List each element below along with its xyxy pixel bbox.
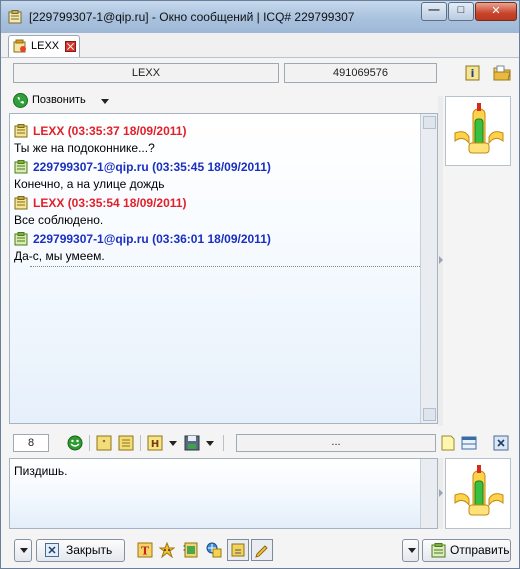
message-item: LEXX (03:35:37 18/09/2011) Ты же на подо… bbox=[13, 122, 418, 158]
toolbar-separator bbox=[223, 435, 224, 451]
phone-icon bbox=[13, 93, 28, 108]
message-item: LEXX (03:35:54 18/09/2011) Все соблюдено… bbox=[13, 194, 418, 230]
contact-status-icon bbox=[13, 39, 26, 53]
pencil-icon bbox=[255, 545, 268, 558]
main-content: LEXX 491069576 i Позвонить LEXX (03:35:3… bbox=[1, 58, 519, 568]
tab-lexx[interactable]: LEXX bbox=[8, 35, 80, 57]
message-header: 229799307-1@qip.ru (03:36:01 18/09/2011) bbox=[13, 230, 418, 248]
tab-label: LEXX bbox=[31, 40, 60, 52]
toolbar-separator bbox=[140, 435, 141, 451]
message-window: [229799307-1@qip.ru] - Окно сообщений | … bbox=[0, 0, 520, 569]
scroll-up-arrow-icon[interactable] bbox=[423, 116, 436, 129]
svg-text:T: T bbox=[141, 545, 150, 558]
tab-close-icon[interactable] bbox=[65, 41, 76, 52]
file-transfer-icon[interactable] bbox=[206, 542, 222, 558]
message-list: LEXX (03:35:37 18/09/2011) Ты же на подо… bbox=[13, 122, 418, 266]
my-avatar bbox=[445, 458, 511, 529]
message-header: LEXX (03:35:54 18/09/2011) bbox=[13, 194, 418, 212]
message-item: 229799307-1@qip.ru (03:36:01 18/09/2011)… bbox=[13, 230, 418, 266]
send-icon bbox=[431, 543, 446, 558]
message-text: Все соблюдено. bbox=[14, 213, 104, 227]
note-icon bbox=[14, 232, 28, 246]
close-window-button[interactable]: ✕ bbox=[475, 2, 517, 21]
close-panel-icon[interactable] bbox=[493, 435, 509, 451]
status-field: ... bbox=[236, 434, 436, 452]
message-timestamp: (03:35:37 18/09/2011) bbox=[67, 124, 187, 138]
message-item: 229799307-1@qip.ru (03:35:45 18/09/2011)… bbox=[13, 158, 418, 194]
emoticon-star-icon[interactable] bbox=[159, 542, 175, 558]
message-text: Ты же на подоконнике...? bbox=[14, 141, 155, 155]
panel-splitter[interactable] bbox=[438, 96, 443, 426]
minimize-button[interactable]: — bbox=[421, 2, 447, 21]
text-format-icon[interactable]: T bbox=[137, 542, 153, 558]
typing-icon bbox=[231, 543, 245, 557]
quote-icon[interactable]: " bbox=[96, 435, 112, 451]
save-dropdown-icon[interactable] bbox=[206, 441, 214, 446]
message-timestamp: (03:36:01 18/09/2011) bbox=[152, 232, 271, 246]
send-options-dropdown[interactable] bbox=[402, 539, 419, 562]
close-button-label: Закрыть bbox=[66, 543, 113, 557]
message-input-text[interactable]: Пиздишь. bbox=[14, 464, 67, 478]
qip-logo-icon bbox=[454, 103, 504, 154]
message-text: Конечно, а на улице дождь bbox=[14, 177, 165, 191]
scroll-down-arrow-icon[interactable] bbox=[423, 408, 436, 421]
send-button-label: Отправить bbox=[450, 543, 510, 557]
message-sender: 229799307-1@qip.ru bbox=[33, 160, 149, 174]
splitter-arrow-icon[interactable] bbox=[439, 256, 443, 264]
history-divider bbox=[30, 266, 420, 267]
qip-logo-icon bbox=[454, 465, 504, 516]
window-layout-icon[interactable] bbox=[461, 435, 477, 451]
folder-icon[interactable] bbox=[493, 64, 511, 82]
history-dropdown-icon[interactable] bbox=[169, 441, 177, 446]
bottom-bar: Закрыть T Отправить bbox=[1, 536, 519, 566]
splitter-arrow-icon[interactable] bbox=[439, 489, 443, 497]
tab-strip: LEXX bbox=[1, 33, 519, 58]
svg-text:i: i bbox=[471, 67, 475, 80]
save-icon[interactable] bbox=[184, 435, 200, 451]
template-icon[interactable] bbox=[118, 435, 134, 451]
close-button[interactable]: Закрыть bbox=[36, 539, 125, 562]
contact-name-field: LEXX bbox=[13, 63, 279, 83]
message-input[interactable]: Пиздишь. bbox=[9, 458, 438, 529]
smiley-icon[interactable] bbox=[67, 435, 83, 451]
history-scrollbar[interactable] bbox=[420, 114, 437, 423]
message-timestamp: (03:35:54 18/09/2011) bbox=[67, 196, 187, 210]
input-toolbar: 8 " H ... bbox=[9, 434, 513, 454]
note-icon bbox=[14, 124, 28, 138]
toolbar-separator bbox=[89, 435, 90, 451]
close-icon bbox=[45, 543, 59, 557]
message-sender: 229799307-1@qip.ru bbox=[33, 232, 149, 246]
message-text: Да-с, мы умеем. bbox=[14, 249, 105, 263]
call-button[interactable]: Позвонить bbox=[13, 92, 113, 110]
contact-uin-field: 491069576 bbox=[284, 63, 437, 83]
send-button[interactable]: Отправить bbox=[422, 539, 511, 562]
contact-avatar bbox=[445, 96, 511, 166]
svg-text:": " bbox=[102, 439, 106, 448]
note-icon bbox=[14, 160, 28, 174]
svg-text:H: H bbox=[151, 439, 159, 450]
note-icon bbox=[14, 196, 28, 210]
maximize-button[interactable]: □ bbox=[448, 2, 474, 21]
call-dropdown-icon[interactable] bbox=[101, 99, 109, 104]
message-header: LEXX (03:35:37 18/09/2011) bbox=[13, 122, 418, 140]
message-sender: LEXX bbox=[33, 124, 65, 138]
window-title: [229799307-1@qip.ru] - Окно сообщений | … bbox=[29, 10, 355, 24]
chat-history[interactable]: LEXX (03:35:37 18/09/2011) Ты же на подо… bbox=[9, 113, 438, 424]
input-splitter[interactable] bbox=[438, 458, 443, 529]
call-label: Позвонить bbox=[32, 94, 86, 106]
spell-check-toggle-button[interactable] bbox=[251, 539, 273, 561]
typing-toggle-button[interactable] bbox=[227, 539, 249, 561]
input-scrollbar[interactable] bbox=[420, 459, 437, 528]
note-icon[interactable] bbox=[440, 435, 456, 451]
menu-dropdown-button[interactable] bbox=[14, 539, 32, 562]
contact-info-icon[interactable]: i bbox=[464, 64, 482, 82]
char-count-field: 8 bbox=[13, 434, 49, 452]
message-timestamp: (03:35:45 18/09/2011) bbox=[152, 160, 271, 174]
contacts-book-icon[interactable] bbox=[183, 542, 199, 558]
message-sender: LEXX bbox=[33, 196, 65, 210]
history-icon[interactable]: H bbox=[147, 435, 163, 451]
title-bar[interactable]: [229799307-1@qip.ru] - Окно сообщений | … bbox=[1, 1, 519, 33]
app-icon bbox=[8, 10, 22, 24]
message-header: 229799307-1@qip.ru (03:35:45 18/09/2011) bbox=[13, 158, 418, 176]
